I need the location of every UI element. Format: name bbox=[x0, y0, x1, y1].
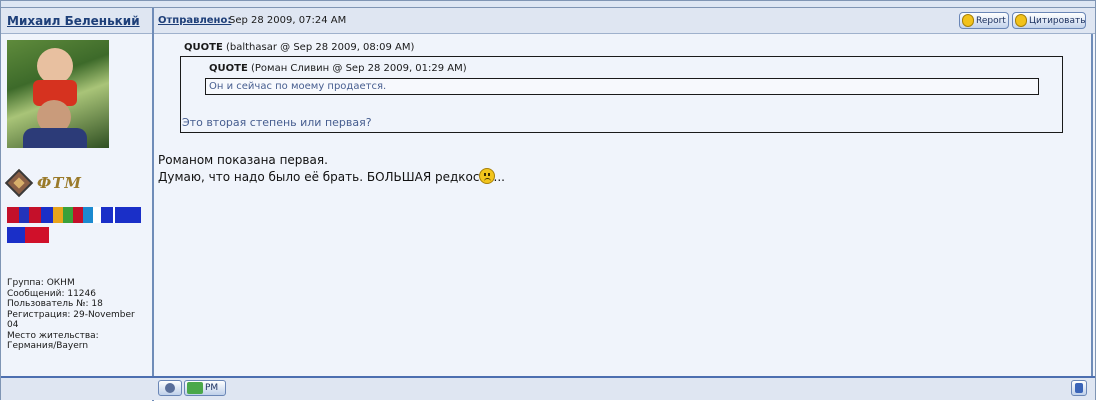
scroll-top-icon bbox=[1075, 383, 1083, 393]
pm-icon bbox=[187, 382, 203, 394]
award-ribbons bbox=[7, 207, 141, 243]
inner-quote-meta: (Роман Сливин @ Sep 28 2009, 01:29 AM) bbox=[250, 63, 467, 74]
forum-post: Михаил Беленький Отправлено: Sep 28 2009… bbox=[0, 0, 1096, 401]
post-body-line: Романом показана первая. bbox=[158, 153, 328, 167]
info-line: Место жительства: bbox=[7, 330, 99, 341]
outer-quote-meta: (balthasar @ Sep 28 2009, 08:09 AM) bbox=[225, 42, 415, 53]
inner-quote-title: QUOTE (Роман Сливин @ Sep 28 2009, 01:29… bbox=[209, 63, 467, 74]
info-line: Пользователь №: 18 bbox=[7, 299, 103, 309]
post-body-line: Думаю, что надо было её брать. БОЛЬШАЯ р… bbox=[158, 170, 505, 184]
posted-date: Sep 28 2009, 07:24 AM bbox=[229, 15, 347, 26]
column-divider bbox=[152, 8, 154, 401]
info-line: Регистрация: 29-November bbox=[7, 309, 135, 320]
avatar bbox=[7, 40, 109, 148]
info-line: 04 bbox=[7, 320, 19, 330]
inner-quote-label: QUOTE bbox=[209, 63, 248, 74]
quote-button[interactable]: Цитировать bbox=[1012, 12, 1086, 29]
outer-quote-text: Это вторая степень или первая? bbox=[182, 116, 372, 129]
quote-icon bbox=[1015, 14, 1027, 27]
report-button[interactable]: Report bbox=[959, 12, 1009, 29]
info-line: Группа: ОКНМ bbox=[7, 278, 75, 288]
profile-button[interactable] bbox=[158, 380, 182, 396]
outer-quote-title: QUOTE (balthasar @ Sep 28 2009, 08:09 AM… bbox=[184, 42, 414, 53]
user-info: Группа: ОКНМ Сообщений: 11246 Пользовате… bbox=[7, 278, 152, 352]
info-line: Германия/Bayern bbox=[7, 341, 89, 351]
pm-label: PM bbox=[205, 383, 219, 393]
smiley-sad-icon bbox=[479, 168, 495, 184]
info-line: Сообщений: 11246 bbox=[7, 288, 96, 299]
pm-button[interactable]: PM bbox=[184, 380, 226, 396]
scroll-top-button[interactable] bbox=[1071, 380, 1087, 396]
quote-label: Цитировать bbox=[1029, 16, 1086, 26]
author-link[interactable]: Михаил Беленький bbox=[7, 14, 140, 28]
rank-text: ФТМ bbox=[37, 174, 82, 192]
inner-quote-text: Он и сейчас по моему продается. bbox=[209, 81, 387, 92]
outer-quote-label: QUOTE bbox=[184, 42, 223, 53]
profile-icon bbox=[165, 383, 175, 393]
posted-label[interactable]: Отправлено: bbox=[158, 15, 231, 26]
top-strip bbox=[1, 1, 1095, 8]
report-label: Report bbox=[976, 16, 1006, 26]
right-divider bbox=[1091, 34, 1093, 376]
report-icon bbox=[962, 14, 974, 27]
